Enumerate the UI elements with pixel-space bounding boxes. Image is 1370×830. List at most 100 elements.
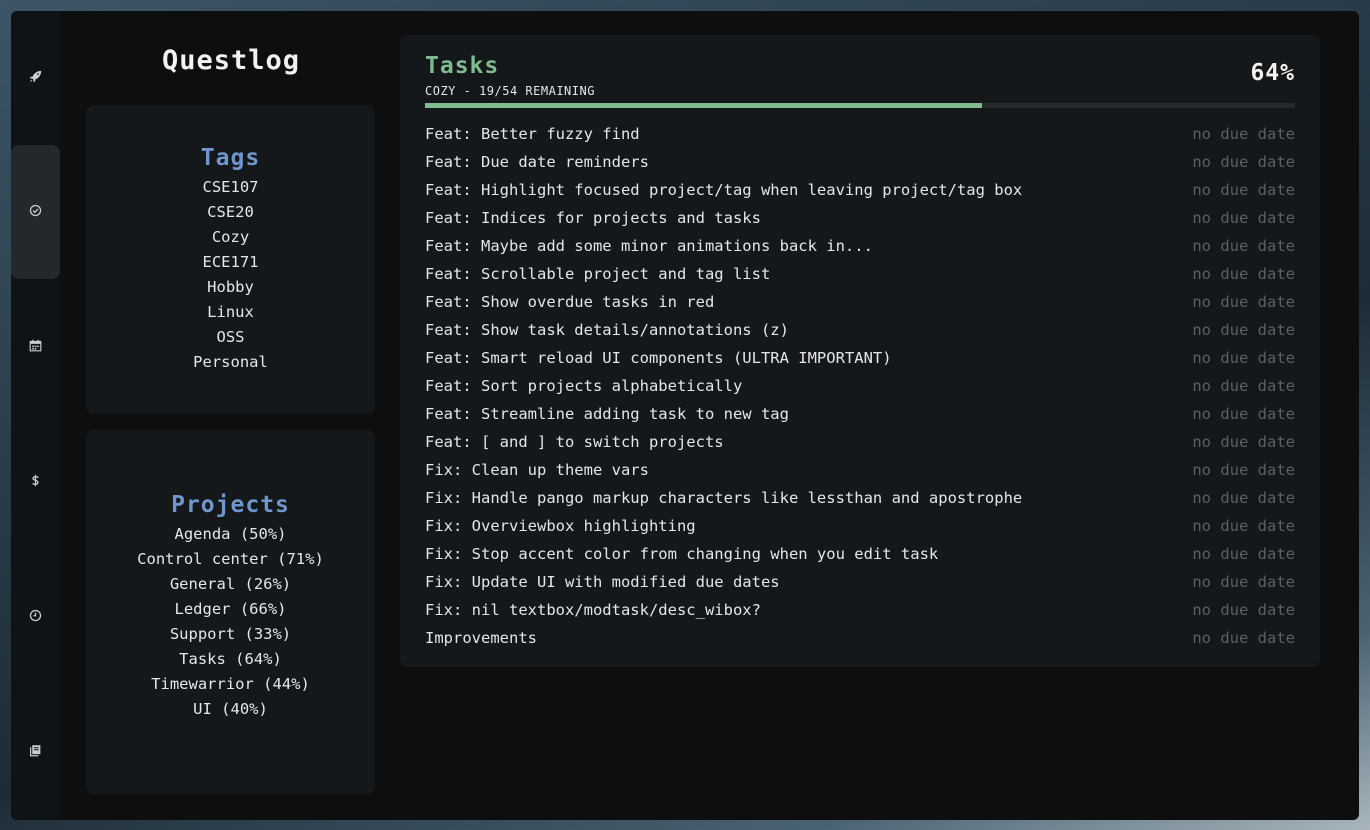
tags-list: CSE107 CSE20 Cozy ECE171 Hobby Linux OSS… bbox=[86, 175, 375, 375]
project-item[interactable]: Ledger (66%) bbox=[86, 597, 375, 622]
project-item[interactable]: Support (33%) bbox=[86, 622, 375, 647]
task-description: Feat: Show task details/annotations (z) bbox=[425, 321, 789, 339]
tags-panel: Tags CSE107 CSE20 Cozy ECE171 Hobby Linu… bbox=[86, 105, 375, 414]
task-description: Feat: Sort projects alphabetically bbox=[425, 377, 743, 395]
rocket-icon bbox=[29, 70, 42, 87]
project-item[interactable]: General (26%) bbox=[86, 572, 375, 597]
tasks-progress-fill bbox=[425, 103, 982, 108]
tag-item[interactable]: CSE20 bbox=[86, 200, 375, 225]
task-row[interactable]: Feat: Show overdue tasks in red no due da… bbox=[425, 288, 1295, 316]
task-row[interactable]: Fix: Overviewbox highlighting no due date bbox=[425, 512, 1295, 540]
task-due-date: no due date bbox=[1192, 153, 1295, 171]
tasks-title: Tasks bbox=[425, 53, 500, 79]
task-due-date: no due date bbox=[1192, 433, 1295, 451]
tasks-panel: Tasks COZY - 19/54 REMAINING 64% Feat: B… bbox=[400, 35, 1320, 667]
task-due-date: no due date bbox=[1192, 489, 1295, 507]
projects-list: Agenda (50%) Control center (71%) Genera… bbox=[86, 522, 375, 722]
task-description: Feat: Due date reminders bbox=[425, 153, 649, 171]
tag-item[interactable]: ECE171 bbox=[86, 250, 375, 275]
task-row[interactable]: Fix: Stop accent color from changing whe… bbox=[425, 540, 1295, 568]
tag-item[interactable]: Linux bbox=[86, 300, 375, 325]
task-row[interactable]: Feat: Show task details/annotations (z) n… bbox=[425, 316, 1295, 344]
check-circle-icon bbox=[29, 204, 42, 221]
task-due-date: no due date bbox=[1192, 237, 1295, 255]
nav-tasks-button[interactable] bbox=[11, 145, 60, 279]
task-description: Fix: Overviewbox highlighting bbox=[425, 517, 696, 535]
task-description: Feat: Maybe add some minor animations ba… bbox=[425, 237, 873, 255]
project-item[interactable]: Timewarrior (44%) bbox=[86, 672, 375, 697]
task-due-date: no due date bbox=[1192, 545, 1295, 563]
task-row[interactable]: Feat: Better fuzzy find no due date bbox=[425, 120, 1295, 148]
task-description: Fix: nil textbox/modtask/desc_wibox? bbox=[425, 601, 761, 619]
nav-rocket-button[interactable] bbox=[11, 11, 60, 145]
task-due-date: no due date bbox=[1192, 125, 1295, 143]
task-description: Feat: Highlight focused project/tag when… bbox=[425, 181, 1023, 199]
projects-panel: Projects Agenda (50%) Control center (71… bbox=[86, 430, 375, 794]
tag-item[interactable]: Cozy bbox=[86, 225, 375, 250]
tasks-progress-bar bbox=[425, 103, 1295, 108]
task-description: Fix: Handle pango markup characters like… bbox=[425, 489, 1023, 507]
task-description: Feat: Scrollable project and tag list bbox=[425, 265, 771, 283]
task-row[interactable]: Fix: nil textbox/modtask/desc_wibox? no d… bbox=[425, 596, 1295, 624]
task-due-date: no due date bbox=[1192, 461, 1295, 479]
project-item[interactable]: Control center (71%) bbox=[86, 547, 375, 572]
task-description: Fix: Stop accent color from changing whe… bbox=[425, 545, 939, 563]
nav-ledger-button[interactable] bbox=[11, 415, 60, 549]
task-description: Feat: Smart reload UI components (ULTRA … bbox=[425, 349, 892, 367]
task-row[interactable]: Feat: Highlight focused project/tag when… bbox=[425, 176, 1295, 204]
task-row[interactable]: Fix: Clean up theme vars no due date bbox=[425, 456, 1295, 484]
nav-journal-button[interactable] bbox=[11, 685, 60, 819]
task-due-date: no due date bbox=[1192, 181, 1295, 199]
tag-item[interactable]: Hobby bbox=[86, 275, 375, 300]
questlog-window: Questlog Tags CSE107 CSE20 Cozy ECE171 H… bbox=[11, 11, 1359, 820]
projects-heading: Projects bbox=[171, 492, 290, 518]
sidebar bbox=[11, 11, 60, 820]
task-row[interactable]: Feat: Scrollable project and tag list no … bbox=[425, 260, 1295, 288]
task-row[interactable]: Feat: Sort projects alphabetically no due… bbox=[425, 372, 1295, 400]
tags-heading: Tags bbox=[200, 145, 261, 171]
project-item[interactable]: Tasks (64%) bbox=[86, 647, 375, 672]
dollar-icon bbox=[29, 474, 42, 491]
app-title: Questlog bbox=[161, 45, 301, 76]
tag-item[interactable]: OSS bbox=[86, 325, 375, 350]
task-due-date: no due date bbox=[1192, 209, 1295, 227]
nav-time-button[interactable] bbox=[11, 550, 60, 684]
task-due-date: no due date bbox=[1192, 629, 1295, 647]
task-row[interactable]: Feat: Maybe add some minor animations ba… bbox=[425, 232, 1295, 260]
task-due-date: no due date bbox=[1192, 601, 1295, 619]
task-due-date: no due date bbox=[1192, 405, 1295, 423]
task-description: Feat: Better fuzzy find bbox=[425, 125, 640, 143]
task-due-date: no due date bbox=[1192, 321, 1295, 339]
tag-item[interactable]: Personal bbox=[86, 350, 375, 375]
task-row[interactable]: Feat: Streamline adding task to new tag n… bbox=[425, 400, 1295, 428]
calendar-icon bbox=[29, 339, 42, 356]
task-row[interactable]: Fix: Update UI with modified due dates no… bbox=[425, 568, 1295, 596]
task-row[interactable]: Feat: [ and ] to switch projects no due d… bbox=[425, 428, 1295, 456]
task-description: Improvements bbox=[425, 629, 537, 647]
task-description: Feat: Streamline adding task to new tag bbox=[425, 405, 789, 423]
task-due-date: no due date bbox=[1192, 517, 1295, 535]
journal-icon bbox=[29, 744, 42, 761]
clock-icon bbox=[29, 609, 42, 626]
task-description: Fix: Clean up theme vars bbox=[425, 461, 649, 479]
task-row[interactable]: Feat: Smart reload UI components (ULTRA … bbox=[425, 344, 1295, 372]
task-row[interactable]: Feat: Indices for projects and tasks no d… bbox=[425, 204, 1295, 232]
task-list: Feat: Better fuzzy find no due date Feat:… bbox=[425, 120, 1295, 652]
task-due-date: no due date bbox=[1192, 573, 1295, 591]
nav-calendar-button[interactable] bbox=[11, 280, 60, 414]
task-description: Feat: Show overdue tasks in red bbox=[425, 293, 715, 311]
task-row[interactable]: Feat: Due date reminders no due date bbox=[425, 148, 1295, 176]
task-due-date: no due date bbox=[1192, 293, 1295, 311]
task-row[interactable]: Fix: Handle pango markup characters like… bbox=[425, 484, 1295, 512]
project-item[interactable]: UI (40%) bbox=[86, 697, 375, 722]
task-row[interactable]: Improvements no due date bbox=[425, 624, 1295, 652]
tasks-subtitle: COZY - 19/54 REMAINING bbox=[425, 84, 595, 98]
tag-item[interactable]: CSE107 bbox=[86, 175, 375, 200]
project-item[interactable]: Agenda (50%) bbox=[86, 522, 375, 547]
task-due-date: no due date bbox=[1192, 265, 1295, 283]
task-description: Feat: [ and ] to switch projects bbox=[425, 433, 724, 451]
task-description: Fix: Update UI with modified due dates bbox=[425, 573, 780, 591]
tasks-percent: 64% bbox=[1250, 60, 1295, 86]
task-due-date: no due date bbox=[1192, 349, 1295, 367]
task-due-date: no due date bbox=[1192, 377, 1295, 395]
